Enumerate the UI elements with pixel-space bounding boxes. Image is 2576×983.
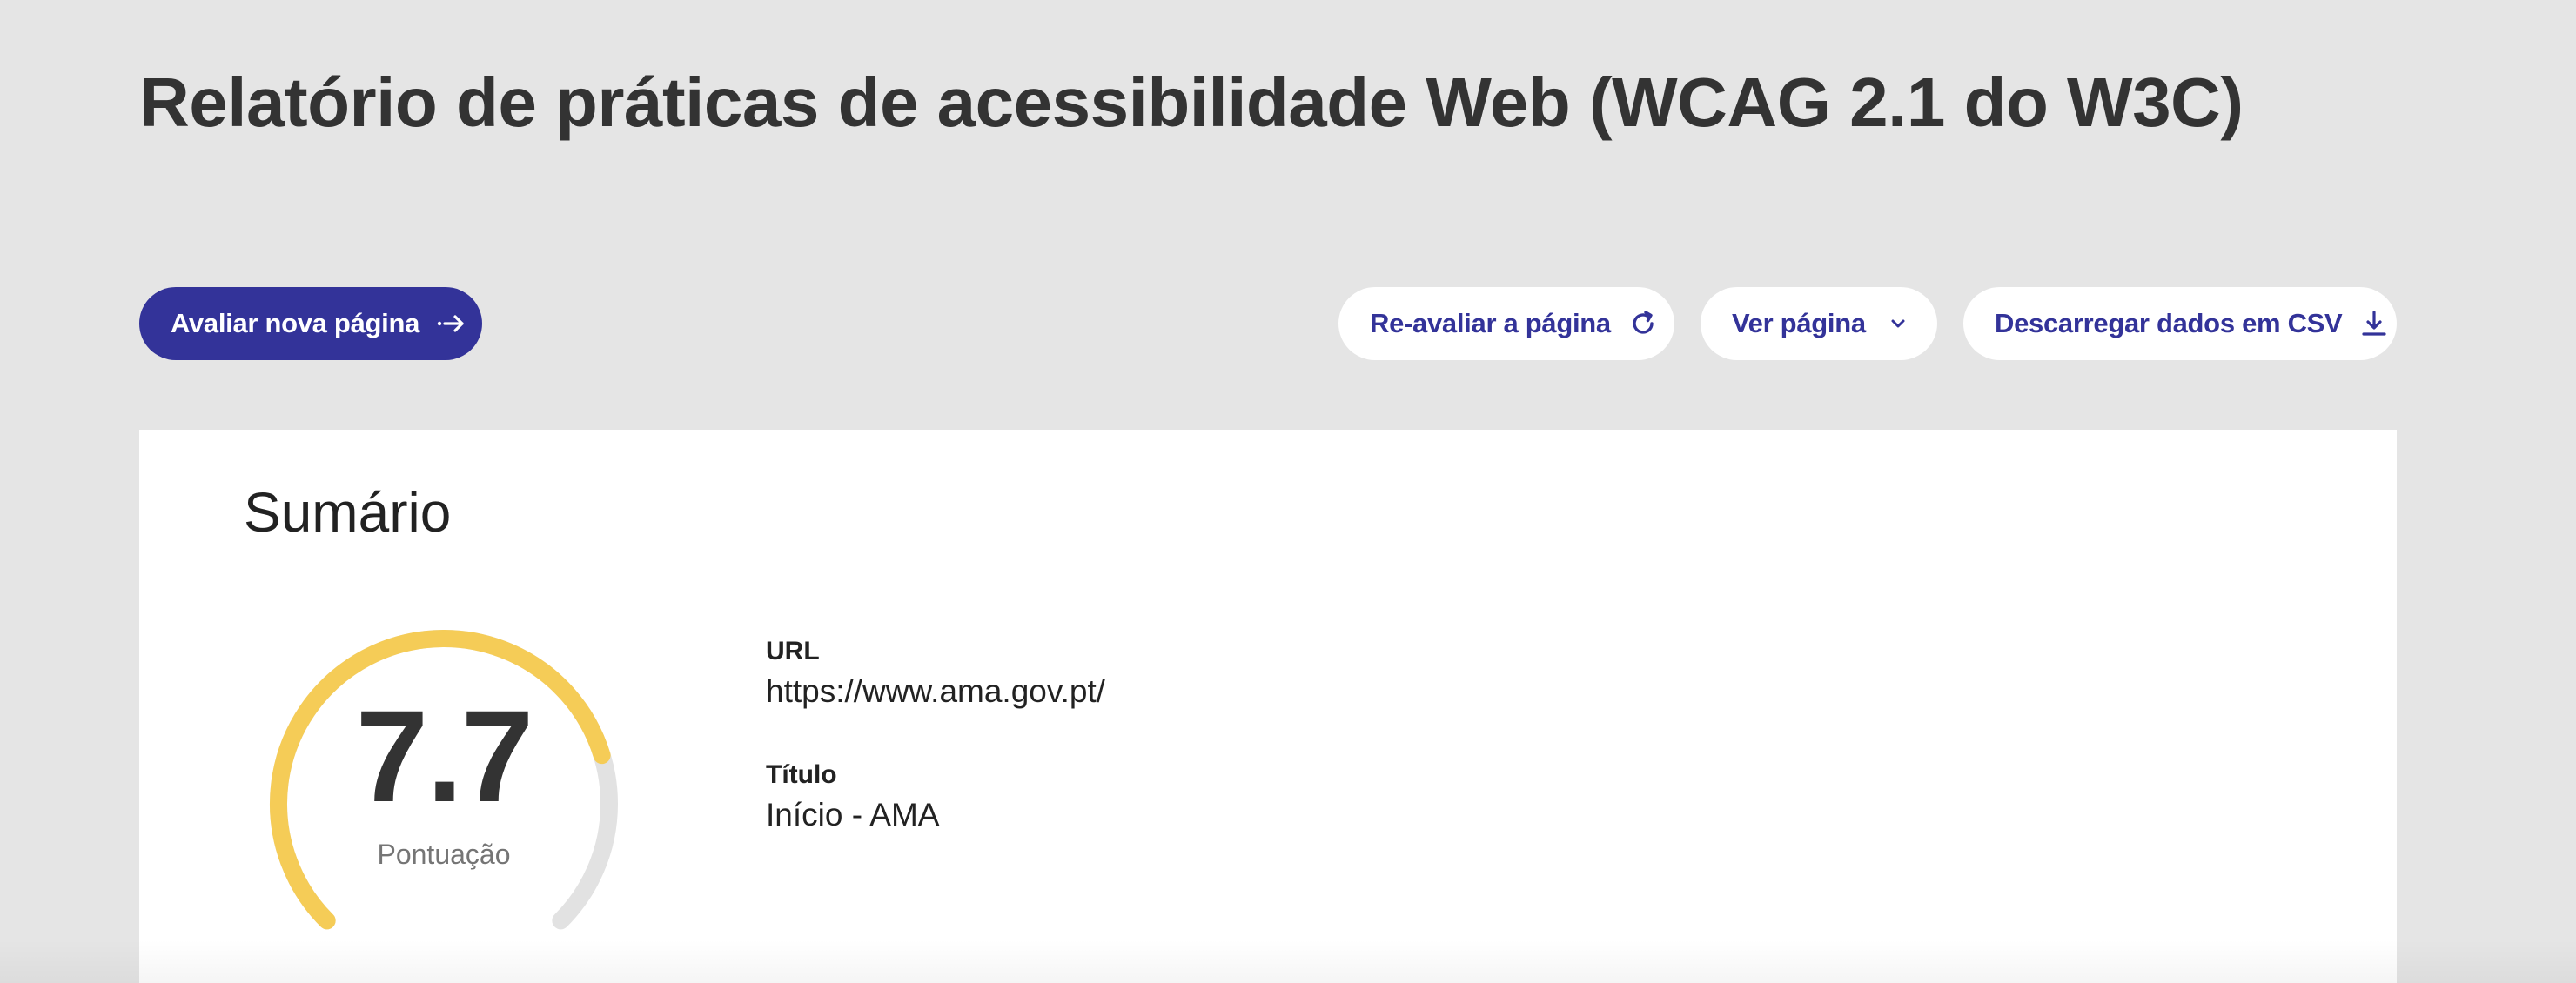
url-value: https://www.ama.gov.pt/ — [766, 673, 1106, 709]
view-page-label: Ver página — [1732, 308, 1866, 338]
page-info: URL https://www.ama.gov.pt/ Título Iníci… — [766, 637, 1105, 833]
report-page: Relatório de práticas de acessibilidade … — [0, 0, 2576, 983]
arrow-right-icon — [437, 308, 466, 339]
page-title: Relatório de práticas de acessibilidade … — [139, 64, 2244, 141]
url-label: URL — [766, 637, 820, 665]
score-gauge: 7.7 Pontuação — [261, 621, 627, 934]
page-title-value: Início - AMA — [766, 797, 940, 833]
chevron-down-icon — [1883, 308, 1913, 339]
score-label: Pontuação — [377, 839, 511, 870]
reevaluate-page-button[interactable]: Re-avaliar a página — [1338, 287, 1674, 360]
refresh-icon — [1628, 308, 1658, 339]
page-title-label: Título — [766, 760, 837, 789]
evaluate-new-page-button[interactable]: Avaliar nova página — [139, 287, 482, 360]
download-csv-button[interactable]: Descarregar dados em CSV — [1963, 287, 2397, 360]
summary-title: Sumário — [244, 481, 452, 544]
summary-card: Sumário 7.7 Pontuação URL https://www.am… — [139, 430, 2397, 983]
download-csv-label: Descarregar dados em CSV — [1995, 308, 2343, 338]
reevaluate-page-label: Re-avaliar a página — [1370, 308, 1611, 338]
evaluate-new-page-label: Avaliar nova página — [171, 308, 420, 338]
view-page-dropdown[interactable]: Ver página — [1701, 287, 1937, 360]
score-value: 7.7 — [355, 683, 534, 829]
download-icon — [2359, 308, 2389, 339]
page-title-block: Título Início - AMA — [766, 760, 1105, 833]
url-block: URL https://www.ama.gov.pt/ — [766, 637, 1105, 710]
